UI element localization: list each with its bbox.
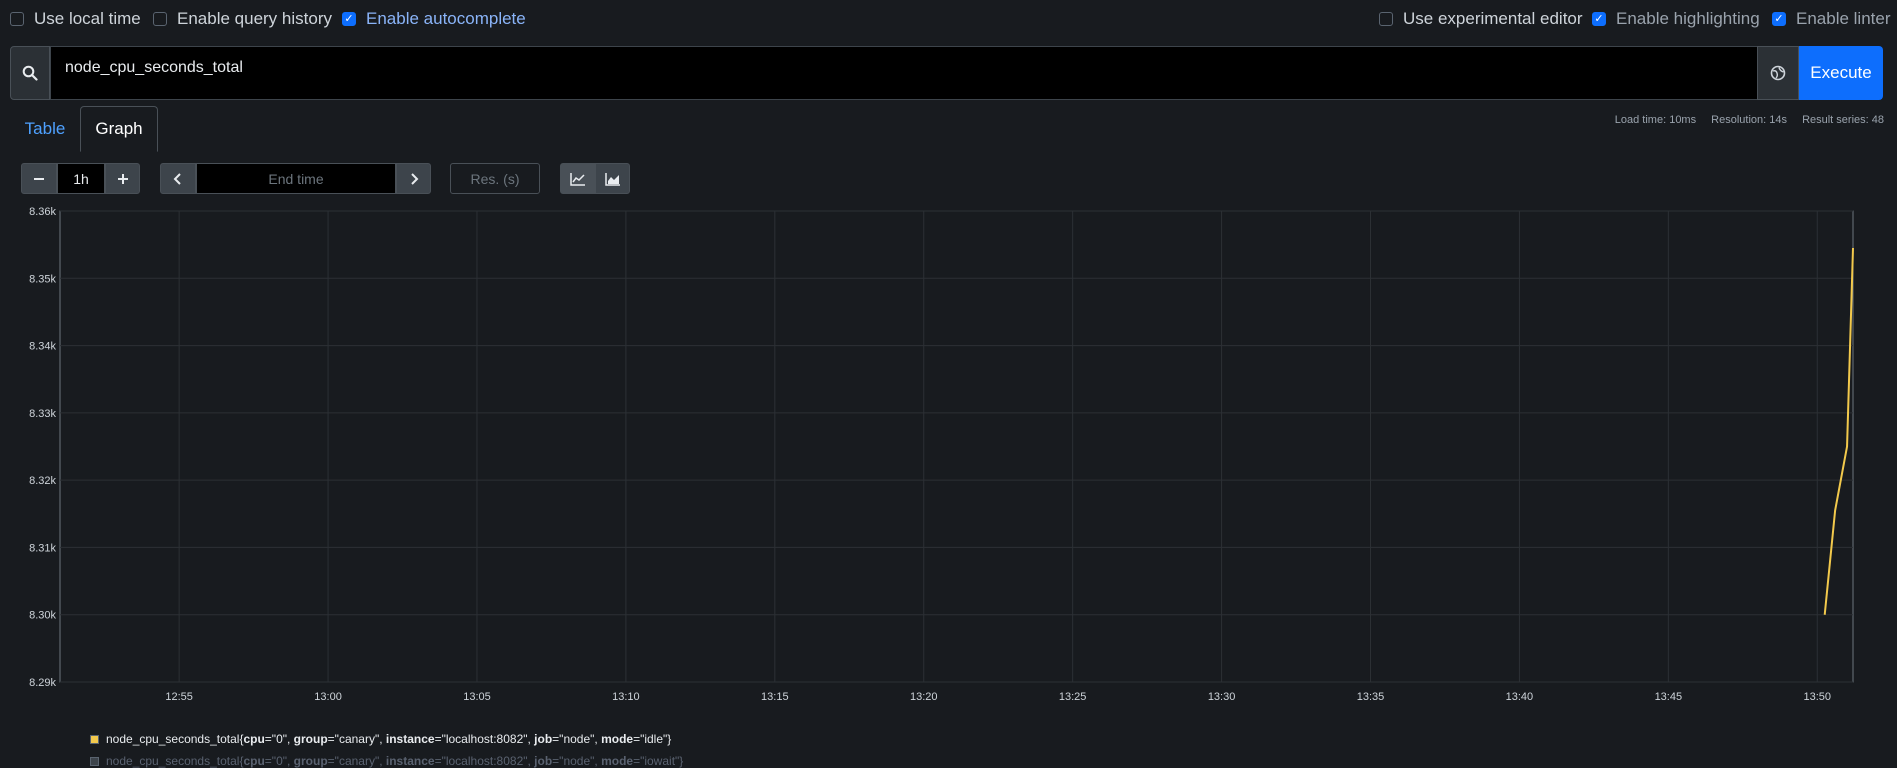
enable-query-history-label: Enable query history xyxy=(177,9,332,28)
enable-highlighting-option[interactable]: Enable highlighting xyxy=(1592,9,1760,29)
x-tick-label: 13:20 xyxy=(910,691,938,700)
enable-linter-checkbox[interactable] xyxy=(1772,12,1786,26)
enable-autocomplete-checkbox[interactable] xyxy=(342,12,356,26)
line-chart-icon xyxy=(569,172,585,186)
graph-chart[interactable]: 8.29k 8.30k 8.31k 8.32k 8.33k 8.34k 8.35k 8.36k… xyxy=(0,200,1897,700)
x-tick-label: 13:15 xyxy=(761,691,789,700)
use-local-time-label: Use local time xyxy=(34,9,141,28)
y-tick-label: 8.30k xyxy=(29,610,56,622)
minus-icon xyxy=(34,177,44,180)
legend-series-label: node_cpu_seconds_total{cpu="0", group="c… xyxy=(106,754,684,768)
y-tick-label: 8.34k xyxy=(29,341,56,353)
resolution-input[interactable]: Res. (s) xyxy=(450,163,540,194)
y-tick-label: 8.29k xyxy=(29,677,56,689)
y-tick-label: 8.32k xyxy=(29,475,56,487)
x-tick-label: 12:55 xyxy=(165,691,193,700)
x-tick-label: 13:10 xyxy=(612,691,640,700)
query-bar: node_cpu_seconds_total Execute xyxy=(10,46,1883,100)
use-experimental-editor-label: Use experimental editor xyxy=(1403,9,1583,28)
query-stats: Load time: 10ms Resolution: 14s Result s… xyxy=(1603,114,1884,126)
x-tick-label: 13:30 xyxy=(1208,691,1236,700)
x-tick-label: 13:25 xyxy=(1059,691,1087,700)
plus-icon xyxy=(117,173,128,184)
next-time-button[interactable] xyxy=(396,163,431,194)
globe-icon xyxy=(1770,65,1786,81)
x-tick-label: 13:40 xyxy=(1506,691,1534,700)
decrease-range-button[interactable] xyxy=(21,163,57,194)
use-experimental-editor-option[interactable]: Use experimental editor xyxy=(1379,9,1583,29)
y-tick-label: 8.36k xyxy=(29,206,56,218)
legend-series-label: node_cpu_seconds_total{cpu="0", group="c… xyxy=(106,732,672,746)
enable-linter-option[interactable]: Enable linter xyxy=(1772,9,1891,29)
x-tick-label: 13:35 xyxy=(1357,691,1385,700)
increase-range-button[interactable] xyxy=(105,163,140,194)
result-series: Result series: 48 xyxy=(1802,114,1884,126)
query-expression-input[interactable]: node_cpu_seconds_total xyxy=(50,46,1767,100)
metrics-explorer-button[interactable] xyxy=(1757,46,1799,100)
use-local-time-checkbox[interactable] xyxy=(10,12,24,26)
search-icon xyxy=(10,46,50,100)
stacked-chart-icon xyxy=(604,172,620,186)
plot-area xyxy=(59,210,1854,683)
enable-autocomplete-label: Enable autocomplete xyxy=(366,9,526,28)
stacked-chart-button[interactable] xyxy=(595,163,630,194)
previous-time-button[interactable] xyxy=(160,163,196,194)
use-local-time-option[interactable]: Use local time xyxy=(10,9,141,29)
enable-query-history-checkbox[interactable] xyxy=(153,12,167,26)
y-tick-label: 8.35k xyxy=(29,273,56,285)
tab-table[interactable]: Table xyxy=(17,106,73,152)
enable-linter-label: Enable linter xyxy=(1796,9,1891,28)
enable-query-history-option[interactable]: Enable query history xyxy=(153,9,332,29)
range-input[interactable]: 1h xyxy=(57,163,105,194)
x-tick-label: 13:05 xyxy=(463,691,491,700)
enable-highlighting-label: Enable highlighting xyxy=(1616,9,1760,28)
end-time-input[interactable]: End time xyxy=(196,163,396,194)
enable-highlighting-checkbox[interactable] xyxy=(1592,12,1606,26)
y-tick-label: 8.31k xyxy=(29,542,56,554)
legend-item-iowait[interactable]: node_cpu_seconds_total{cpu="0", group="c… xyxy=(90,754,683,768)
legend-swatch xyxy=(90,756,99,766)
x-tick-label: 13:50 xyxy=(1803,691,1831,700)
legend-swatch xyxy=(90,734,99,744)
x-tick-label: 13:00 xyxy=(314,691,342,700)
line-chart-button[interactable] xyxy=(560,163,595,194)
tab-graph[interactable]: Graph xyxy=(80,106,158,152)
enable-autocomplete-option[interactable]: Enable autocomplete xyxy=(342,9,526,29)
execute-button[interactable]: Execute xyxy=(1799,46,1883,100)
load-time: Load time: 10ms xyxy=(1614,114,1697,126)
x-tick-label: 13:45 xyxy=(1655,691,1683,700)
use-experimental-editor-checkbox[interactable] xyxy=(1379,12,1393,26)
resolution-stat: Resolution: 14s xyxy=(1711,114,1787,126)
y-tick-label: 8.33k xyxy=(29,408,56,420)
chevron-left-icon xyxy=(173,172,181,185)
options-bar: Use local time Enable query history Enab… xyxy=(0,0,1897,38)
chevron-right-icon xyxy=(410,172,418,185)
legend-item-idle[interactable]: node_cpu_seconds_total{cpu="0", group="c… xyxy=(90,732,671,746)
